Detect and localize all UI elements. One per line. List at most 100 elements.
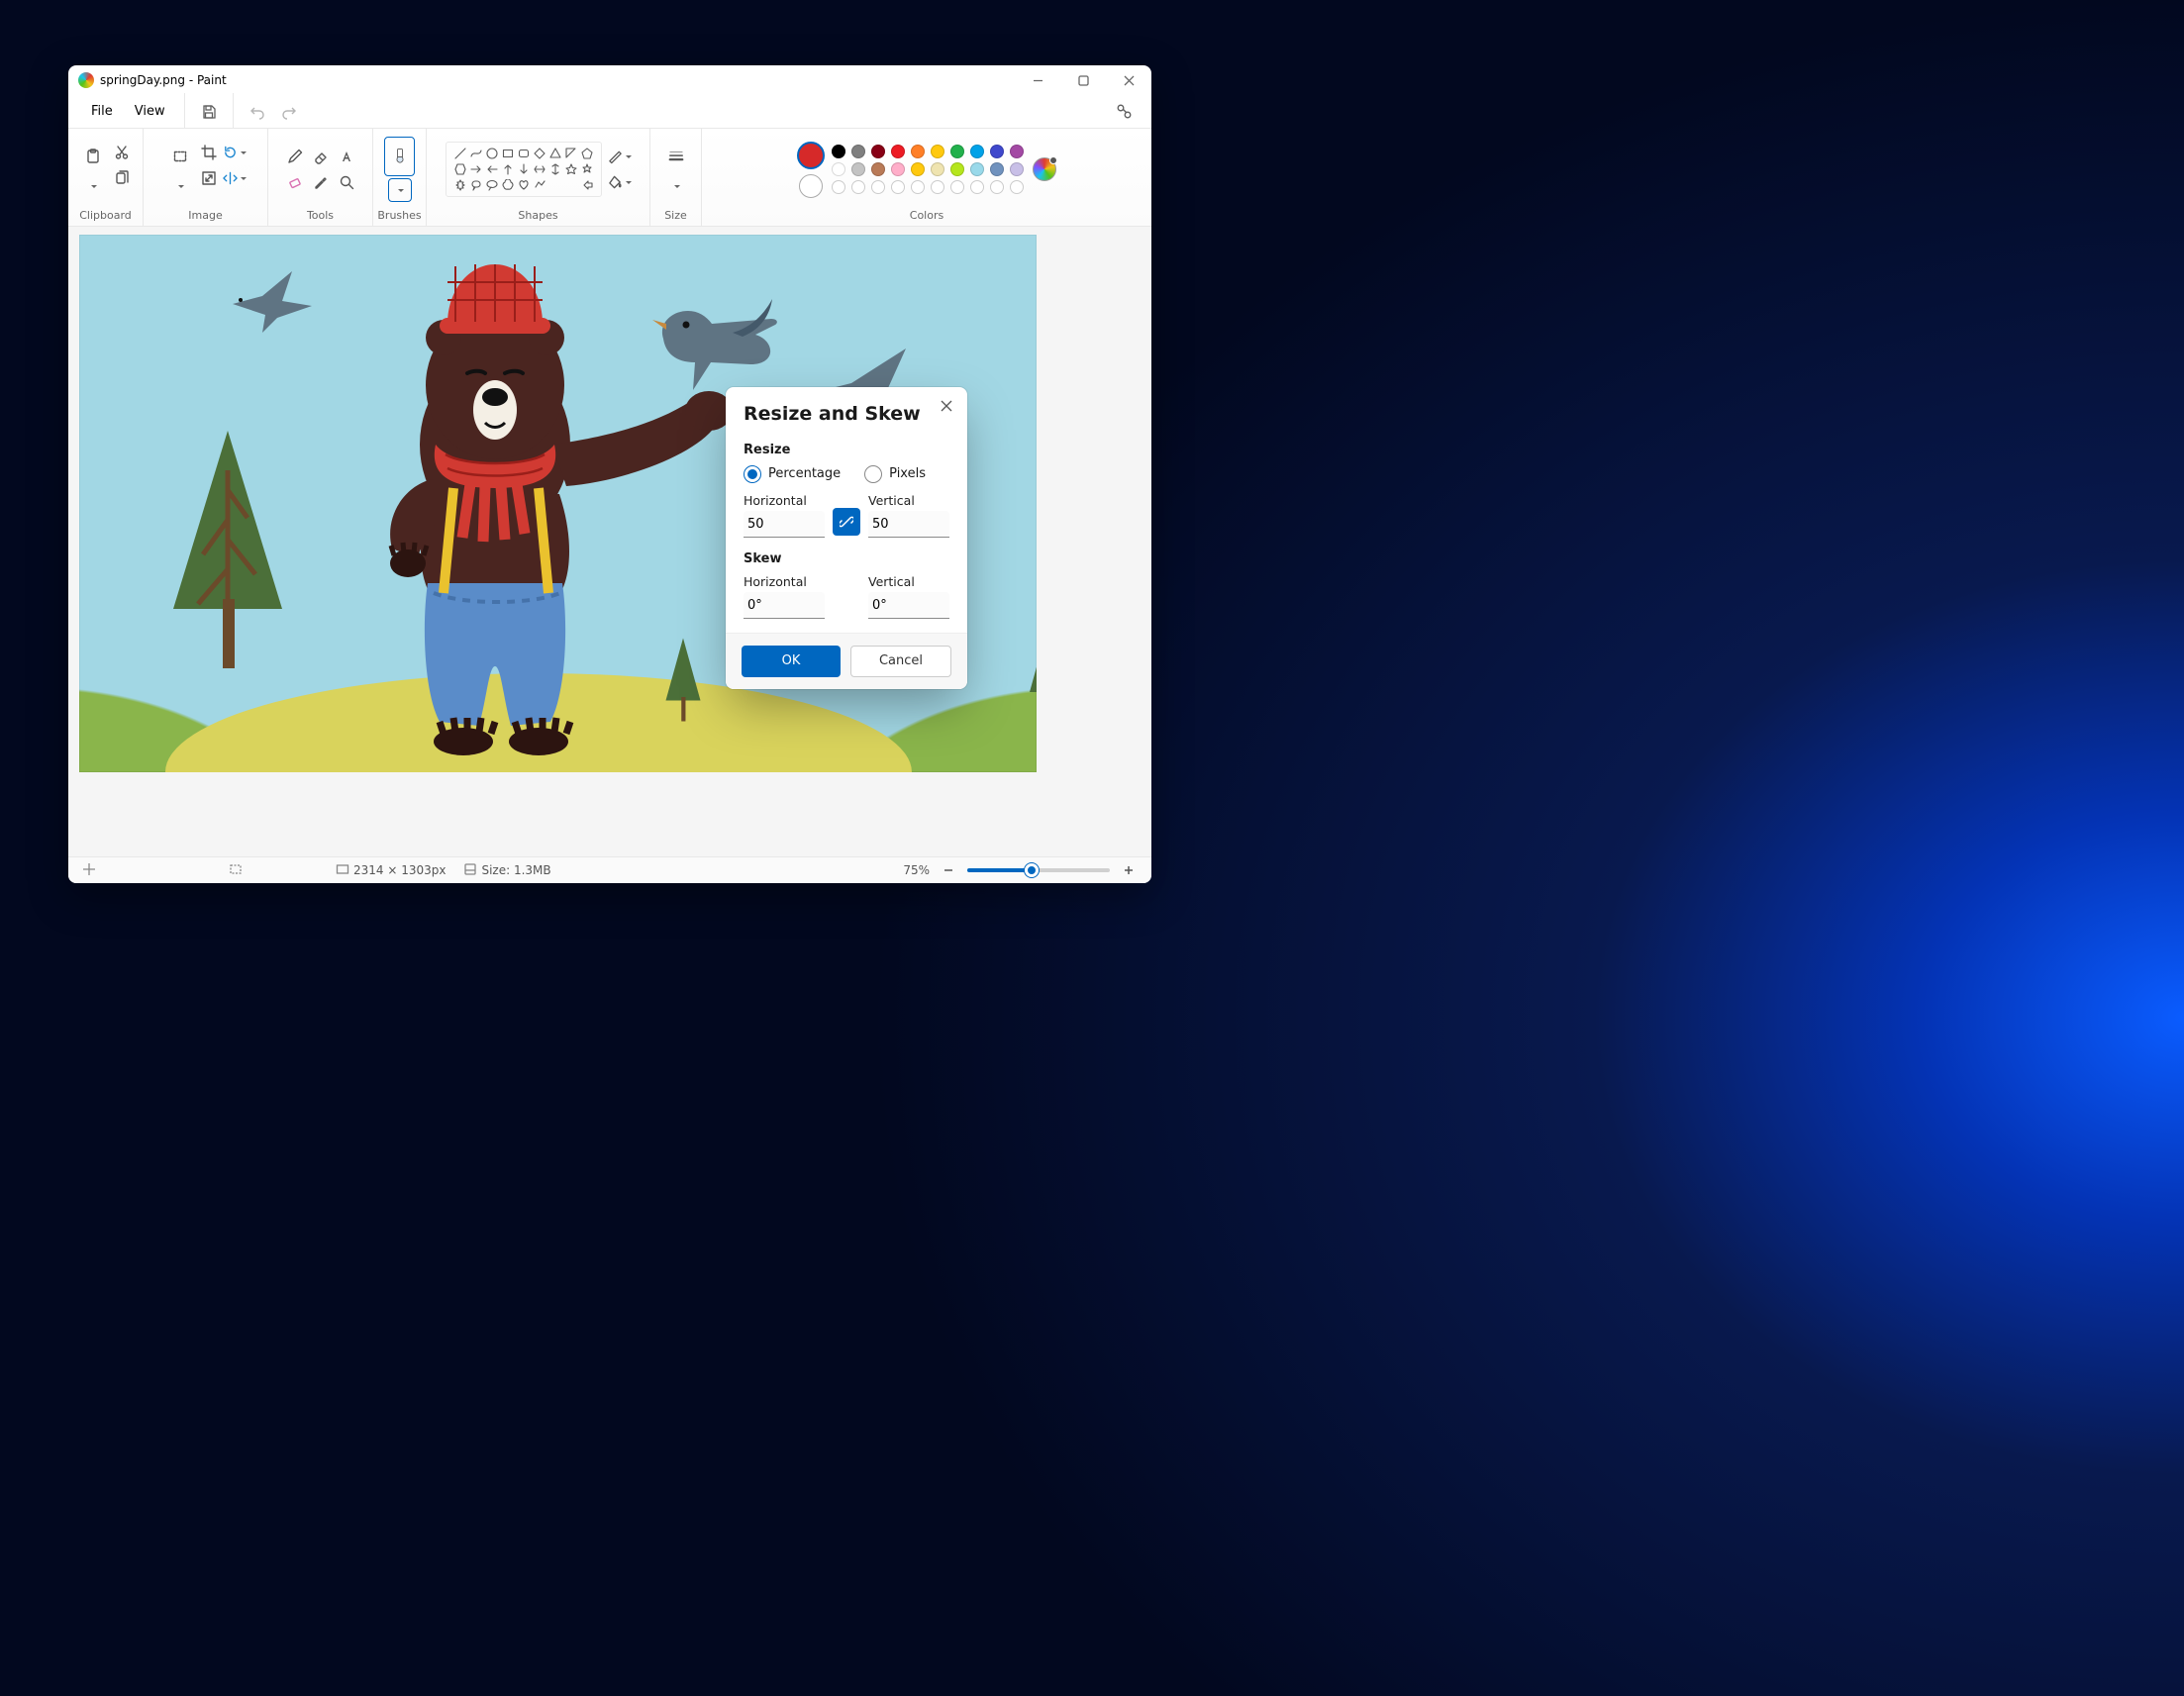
palette-swatch-empty[interactable]	[911, 180, 925, 194]
palette-swatch[interactable]	[990, 145, 1004, 158]
paste-dropdown[interactable]	[81, 174, 105, 198]
magnifier-tool[interactable]	[335, 170, 358, 194]
shapes-gallery[interactable]	[446, 142, 602, 197]
palette-swatch[interactable]	[1010, 145, 1024, 158]
palette-swatch-empty[interactable]	[891, 180, 905, 194]
stroke-size-dropdown[interactable]	[664, 174, 688, 198]
crop-button[interactable]	[197, 141, 221, 164]
cut-button[interactable]	[110, 141, 134, 164]
ribbon: Clipboard	[68, 129, 1151, 227]
palette-swatch-empty[interactable]	[931, 180, 944, 194]
big-eraser-tool[interactable]	[283, 170, 307, 194]
ribbon-tools-label: Tools	[307, 207, 334, 226]
palette-swatch-empty[interactable]	[970, 180, 984, 194]
select-dropdown[interactable]	[168, 174, 192, 198]
ribbon-clipboard-label: Clipboard	[79, 207, 132, 226]
rotate-button[interactable]	[223, 141, 247, 164]
shape-outline-button[interactable]	[608, 145, 632, 168]
flip-button[interactable]	[223, 166, 247, 190]
titlebar: springDay.png - Paint	[68, 65, 1151, 96]
canvas-area	[68, 227, 1151, 856]
skew-horizontal-input[interactable]	[744, 592, 825, 619]
palette-swatch[interactable]	[891, 162, 905, 176]
color-2-swatch[interactable]	[799, 174, 823, 198]
resize-section-label: Resize	[744, 443, 949, 457]
ribbon-shapes-label: Shapes	[518, 207, 557, 226]
edit-colors-button[interactable]	[1033, 157, 1056, 181]
stroke-size-button[interactable]	[660, 141, 691, 172]
shape-fill-button[interactable]	[608, 170, 632, 194]
close-button[interactable]	[1106, 65, 1151, 96]
palette-swatch[interactable]	[931, 162, 944, 176]
palette-swatch[interactable]	[851, 162, 865, 176]
resize-vertical-label: Vertical	[868, 493, 949, 508]
resize-button[interactable]	[197, 166, 221, 190]
maximize-button[interactable]	[1060, 65, 1106, 96]
window-title: springDay.png - Paint	[100, 73, 227, 87]
pencil-tool[interactable]	[283, 145, 307, 168]
palette-swatch[interactable]	[970, 162, 984, 176]
selection-size-icon	[229, 862, 243, 876]
palette-swatch[interactable]	[931, 145, 944, 158]
dialog-cancel-button[interactable]: Cancel	[850, 646, 951, 677]
palette-swatch[interactable]	[950, 162, 964, 176]
palette-swatch[interactable]	[990, 162, 1004, 176]
brush-dropdown[interactable]	[388, 178, 412, 202]
skew-vertical-input[interactable]	[868, 592, 949, 619]
palette-swatch-empty[interactable]	[990, 180, 1004, 194]
resize-horizontal-input[interactable]	[744, 511, 825, 538]
palette-swatch[interactable]	[851, 145, 865, 158]
palette-swatch-empty[interactable]	[950, 180, 964, 194]
palette-swatch[interactable]	[871, 145, 885, 158]
palette-swatch[interactable]	[871, 162, 885, 176]
palette-swatch[interactable]	[950, 145, 964, 158]
palette-swatch-empty[interactable]	[851, 180, 865, 194]
menu-bar: File View	[68, 96, 1151, 129]
color-palette[interactable]	[832, 145, 1026, 194]
settings-icon[interactable]	[1108, 96, 1140, 128]
menu-view[interactable]: View	[124, 100, 176, 123]
palette-swatch[interactable]	[970, 145, 984, 158]
brush-tool[interactable]	[384, 137, 415, 176]
eraser-tool[interactable]	[309, 145, 333, 168]
undo-button[interactable]	[242, 96, 273, 128]
ribbon-image-label: Image	[188, 207, 222, 226]
paint-window: springDay.png - Paint File View	[68, 65, 1151, 883]
copy-button[interactable]	[110, 166, 134, 190]
palette-swatch[interactable]	[891, 145, 905, 158]
zoom-out-button[interactable]	[940, 861, 957, 879]
redo-button[interactable]	[273, 96, 305, 128]
resize-vertical-input[interactable]	[868, 511, 949, 538]
select-tool[interactable]	[164, 141, 195, 172]
palette-swatch[interactable]	[911, 162, 925, 176]
minimize-button[interactable]	[1015, 65, 1060, 96]
ribbon-brushes-label: Brushes	[377, 207, 421, 226]
dialog-title: Resize and Skew	[744, 403, 921, 425]
radio-percentage[interactable]: Percentage	[744, 465, 841, 483]
zoom-slider[interactable]	[967, 868, 1110, 872]
palette-swatch[interactable]	[1010, 162, 1024, 176]
zoom-level: 75%	[903, 863, 930, 877]
paste-button[interactable]	[77, 141, 108, 172]
dialog-close-button[interactable]	[936, 395, 957, 417]
color-1-swatch[interactable]	[797, 142, 825, 169]
palette-swatch[interactable]	[832, 145, 845, 158]
text-tool[interactable]	[335, 145, 358, 168]
palette-swatch[interactable]	[832, 162, 845, 176]
cursor-position-icon	[82, 862, 96, 876]
palette-swatch-empty[interactable]	[832, 180, 845, 194]
zoom-in-button[interactable]	[1120, 861, 1138, 879]
palette-swatch-empty[interactable]	[1010, 180, 1024, 194]
resize-skew-dialog: Resize and Skew Resize Percentage Pixels…	[726, 387, 967, 689]
dialog-ok-button[interactable]: OK	[742, 646, 841, 677]
dimensions-icon	[336, 862, 349, 876]
save-button[interactable]	[193, 96, 225, 128]
color-picker-tool[interactable]	[309, 170, 333, 194]
palette-swatch-empty[interactable]	[871, 180, 885, 194]
maintain-aspect-ratio-button[interactable]	[833, 508, 860, 536]
paint-app-icon	[78, 72, 94, 88]
menu-file[interactable]: File	[80, 100, 124, 123]
status-bar: 2314 × 1303px Size: 1.3MB 75%	[68, 856, 1151, 883]
radio-pixels[interactable]: Pixels	[864, 465, 926, 483]
palette-swatch[interactable]	[911, 145, 925, 158]
